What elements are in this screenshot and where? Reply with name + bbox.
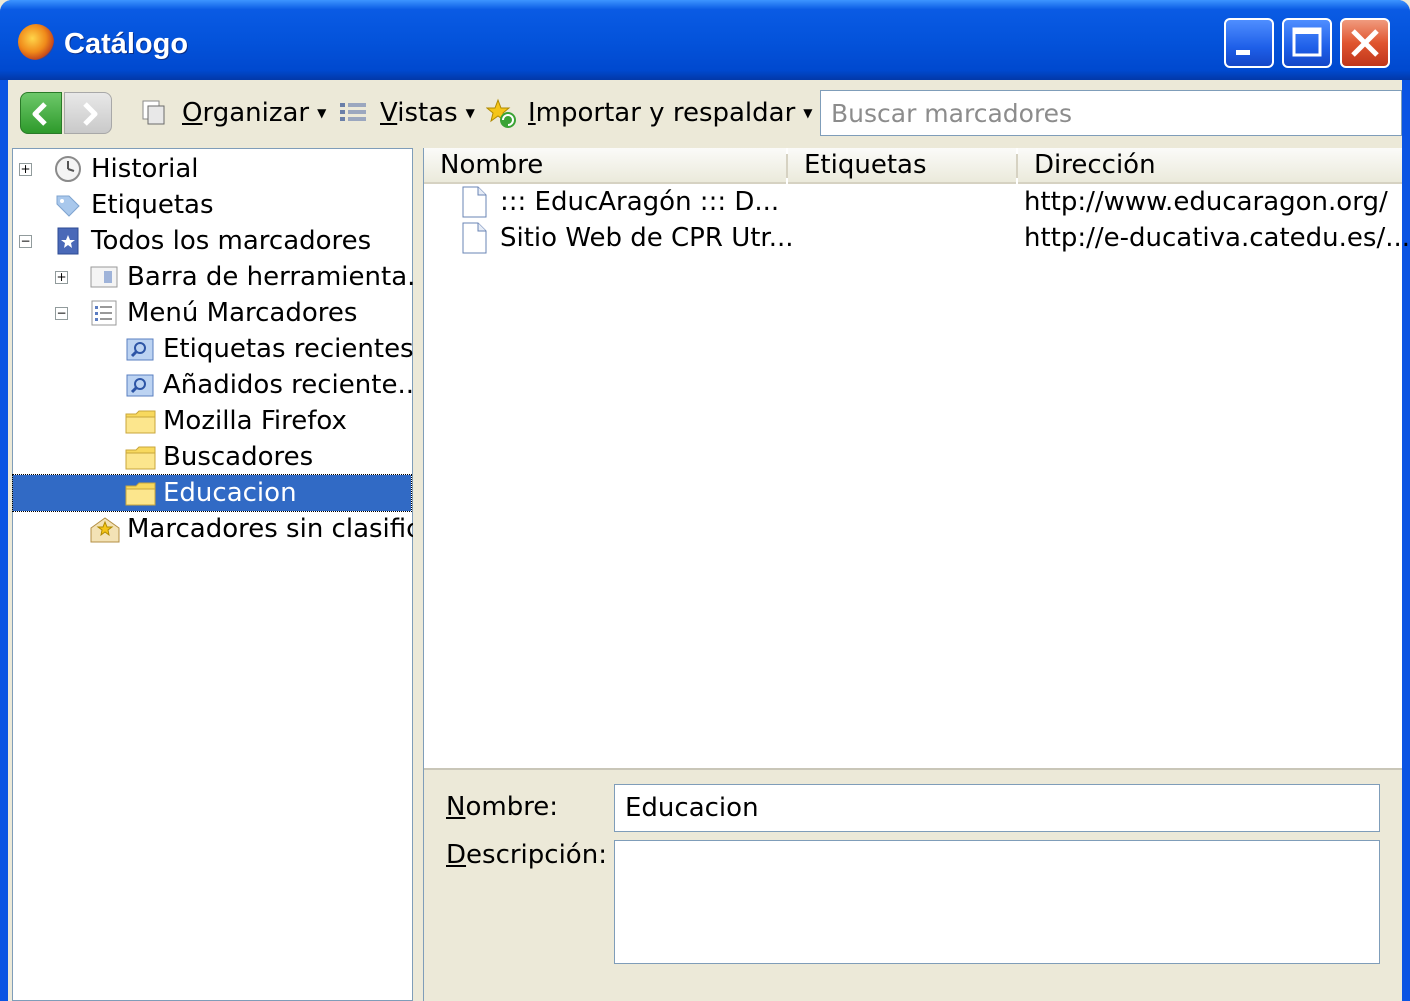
- maximize-button[interactable]: [1282, 18, 1332, 68]
- tree-item-label: Añadidos reciente...: [163, 370, 423, 400]
- tree-item-label: Mozilla Firefox: [163, 406, 347, 436]
- smart-folder-icon: [125, 334, 155, 364]
- column-header-label: Dirección: [1034, 150, 1156, 180]
- list-item[interactable]: Sitio Web de CPR Utr... http://e-ducativ…: [460, 220, 1410, 256]
- expand-icon[interactable]: +: [19, 163, 32, 176]
- forward-button[interactable]: [64, 92, 112, 134]
- name-field[interactable]: [614, 784, 1380, 832]
- arrow-right-icon: [83, 102, 98, 126]
- maximize-icon: [1292, 27, 1322, 57]
- page-icon: [460, 222, 488, 254]
- tree-item[interactable]: Barra de herramienta...: [89, 259, 432, 295]
- window-title: Catálogo: [64, 28, 189, 60]
- expand-icon[interactable]: +: [55, 271, 68, 284]
- menu-list-icon: [89, 298, 119, 328]
- back-button[interactable]: [20, 92, 62, 134]
- bookmarks-list[interactable]: Nombre Etiquetas Dirección ::: EducAragó…: [424, 148, 1410, 768]
- close-icon: [1351, 29, 1379, 57]
- list-item-address: http://www.educaragon.org/: [1024, 187, 1388, 217]
- tree-item[interactable]: Añadidos reciente...: [125, 367, 422, 403]
- dropdown-arrow-icon: ▼: [465, 106, 475, 120]
- title-bar[interactable]: Catálogo: [0, 0, 1410, 80]
- firefox-logo-icon: [18, 24, 54, 60]
- bookmarks-star-icon: [53, 226, 83, 256]
- tree-item-label: Etiquetas recientes: [163, 334, 414, 364]
- tree-item[interactable]: Educacion: [12, 474, 412, 512]
- folder-icon: [125, 442, 156, 472]
- tree-item-label: Barra de herramienta...: [127, 262, 432, 292]
- organize-label: Organizar: [182, 98, 310, 128]
- description-field[interactable]: [614, 840, 1380, 964]
- smart-folder-icon: [125, 370, 155, 400]
- import-backup-label: Importar y respaldar: [528, 98, 796, 128]
- tree-item[interactable]: Historial: [53, 151, 199, 187]
- tree-item-label: Etiquetas: [91, 190, 214, 220]
- arrow-left-icon: [32, 102, 47, 126]
- dropdown-arrow-icon: ▼: [317, 106, 327, 120]
- tree-item-label: Todos los marcadores: [91, 226, 372, 256]
- collapse-icon[interactable]: −: [19, 235, 32, 248]
- tree-item[interactable]: Marcadores sin clasificar: [89, 511, 447, 547]
- window-client-area: Organizar ▼ Vistas ▼ Importar y respalda…: [8, 80, 1410, 1001]
- tree-item[interactable]: Etiquetas: [53, 187, 214, 223]
- column-header-address[interactable]: Dirección: [1018, 148, 1402, 184]
- views-menu-button[interactable]: Vistas ▼: [338, 94, 475, 132]
- places-tree[interactable]: Historial + Etiquetas Todos los marcadores −…: [12, 148, 447, 1001]
- toolbar: Organizar ▼ Vistas ▼ Importar y respalda…: [8, 80, 1402, 146]
- folder-icon: [125, 478, 156, 508]
- tree-item[interactable]: Buscadores: [125, 439, 313, 475]
- views-label: Vistas: [380, 98, 458, 128]
- details-pane: Nombre: Descripción:: [424, 768, 1402, 1001]
- list-item-address: http://e-ducativa.catedu.es/...: [1024, 223, 1410, 253]
- page-icon: [460, 186, 488, 218]
- tag-icon: [53, 190, 83, 220]
- unsorted-bookmarks-icon: [89, 514, 120, 544]
- column-header-name[interactable]: Nombre: [424, 148, 786, 184]
- list-item-name: ::: EducAragón ::: D...: [500, 187, 780, 217]
- tree-item-label: Historial: [91, 154, 199, 184]
- folder-icon: [125, 406, 156, 436]
- content-pane: Nombre Etiquetas Dirección ::: EducAragó…: [423, 148, 1410, 1001]
- close-button[interactable]: [1340, 18, 1390, 68]
- tree-item-label: Educacion: [163, 478, 297, 508]
- views-list-icon: [338, 98, 368, 128]
- tree-item-label: Buscadores: [163, 442, 314, 472]
- tree-item-label: Marcadores sin clasificar: [127, 514, 448, 544]
- organize-menu-button[interactable]: Organizar ▼: [140, 94, 326, 132]
- search-bookmarks-input[interactable]: [820, 90, 1402, 136]
- bookmarks-library-window: Catálogo Organizar ▼ Vistas ▼ Importar y…: [0, 0, 1410, 1001]
- import-backup-menu-button[interactable]: Importar y respaldar ▼: [485, 94, 813, 132]
- name-label: Nombre:: [446, 792, 559, 822]
- clock-icon: [53, 154, 83, 184]
- dropdown-arrow-icon: ▼: [803, 106, 813, 120]
- column-header-label: Etiquetas: [804, 150, 927, 180]
- tree-item[interactable]: Menú Marcadores: [89, 295, 357, 331]
- minimize-icon: [1236, 50, 1250, 55]
- column-header-tags[interactable]: Etiquetas: [788, 148, 1016, 184]
- pane-splitter[interactable]: [413, 148, 423, 1001]
- import-star-icon: [485, 98, 516, 128]
- tree-item[interactable]: Todos los marcadores: [53, 223, 371, 259]
- collapse-icon[interactable]: −: [55, 307, 68, 320]
- toolbar-icon: [89, 262, 119, 292]
- list-item-name: Sitio Web de CPR Utr...: [500, 223, 794, 253]
- tree-item-label: Menú Marcadores: [127, 298, 358, 328]
- minimize-button[interactable]: [1224, 18, 1274, 68]
- organize-icon: [140, 98, 170, 128]
- list-item[interactable]: ::: EducAragón ::: D... http://www.educa…: [460, 184, 1400, 220]
- tree-item[interactable]: Etiquetas recientes: [125, 331, 414, 367]
- column-header-label: Nombre: [440, 150, 544, 180]
- tree-item[interactable]: Mozilla Firefox: [125, 403, 347, 439]
- description-label: Descripción:: [446, 840, 607, 870]
